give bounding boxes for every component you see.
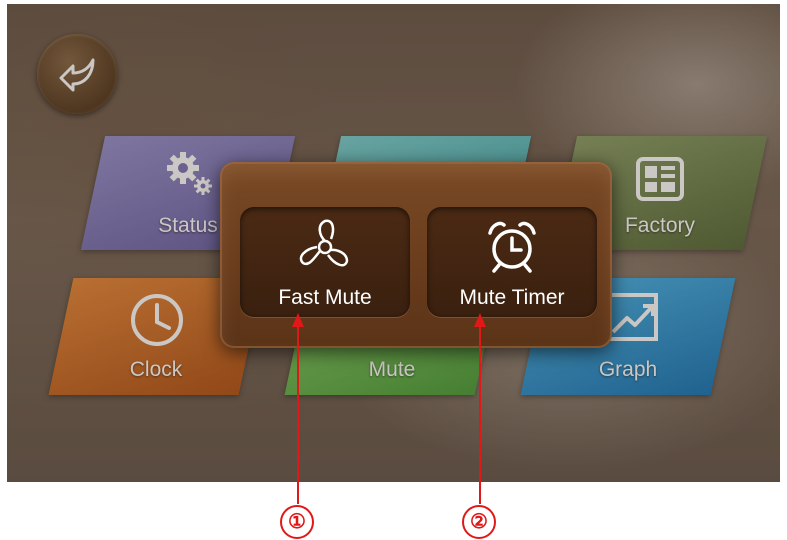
fast-mute-button[interactable]: Fast Mute xyxy=(240,207,410,317)
mute-timer-button[interactable]: Mute Timer xyxy=(427,207,597,317)
marker-1: ① xyxy=(280,505,314,539)
marker-2: ② xyxy=(462,505,496,539)
callout-line-2 xyxy=(479,324,481,504)
callout-line-1 xyxy=(297,324,299,504)
mute-options-popup: Fast Mute Mute Timer xyxy=(220,162,612,348)
fan-icon xyxy=(299,219,349,267)
fast-mute-label: Fast Mute xyxy=(278,286,372,309)
alarm-clock-icon xyxy=(488,221,536,273)
device-screen: Status Factory Clock Mute Graph Fast Mut… xyxy=(7,4,780,482)
mute-timer-label: Mute Timer xyxy=(459,286,565,309)
